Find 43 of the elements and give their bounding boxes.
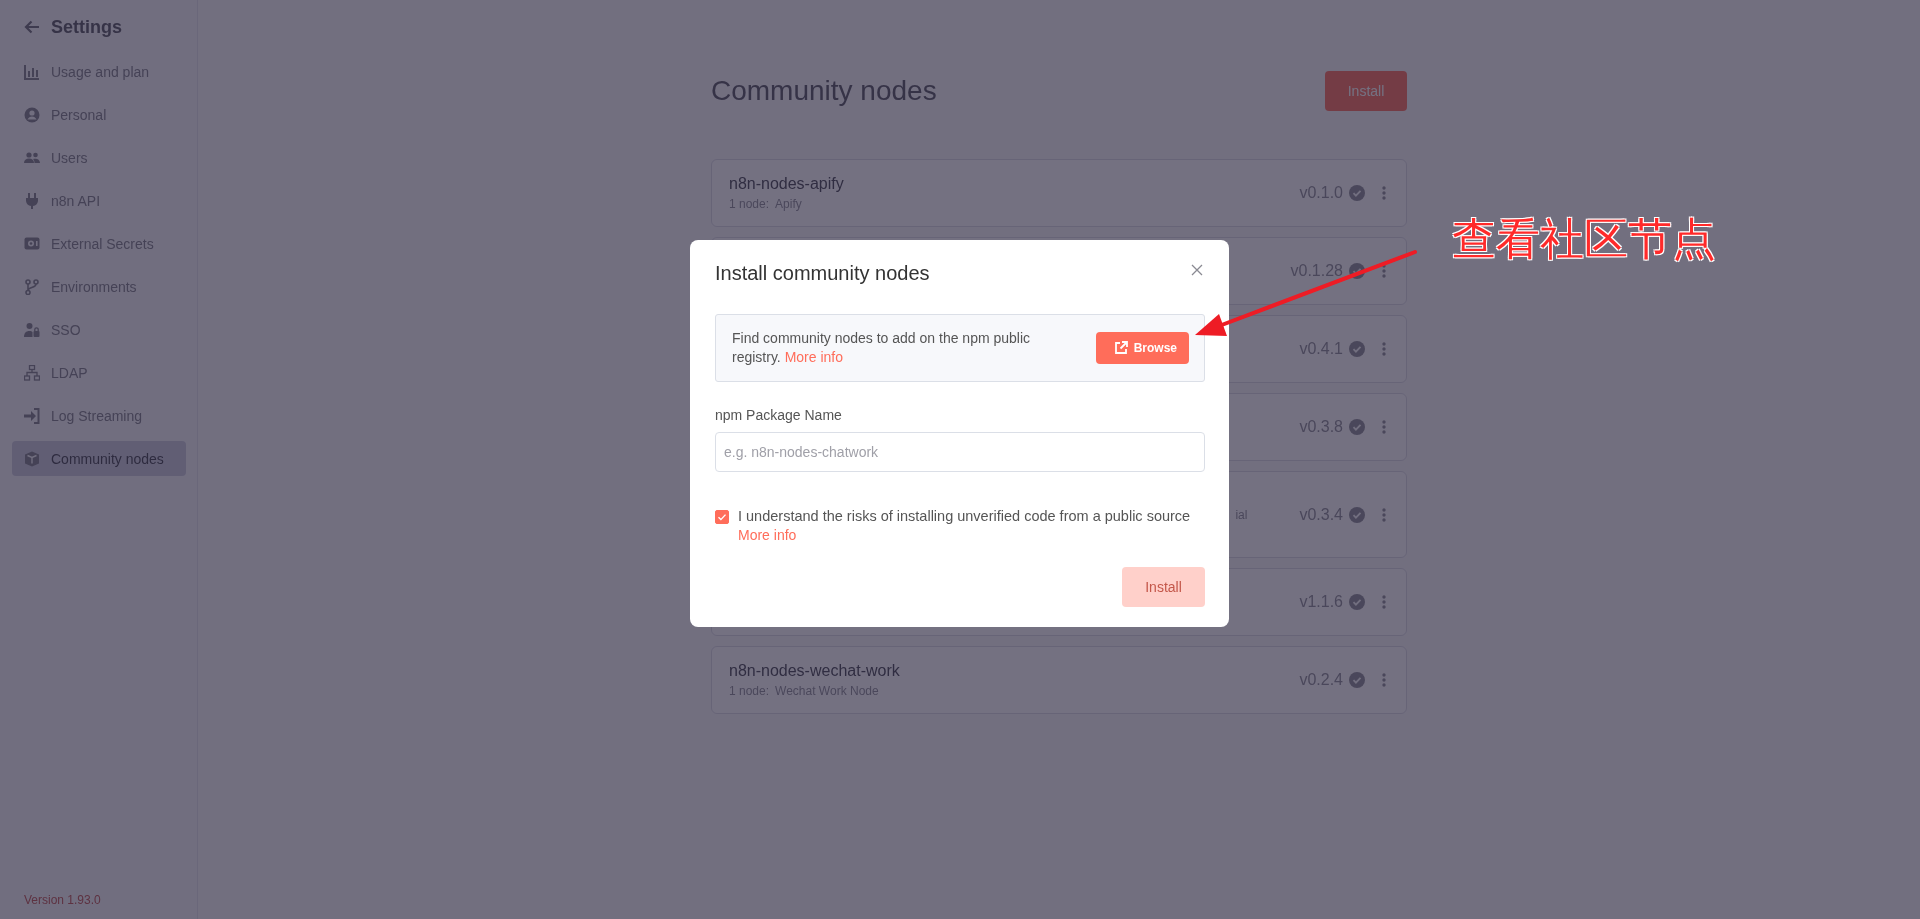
more-icon[interactable] (1382, 264, 1386, 278)
check-circle-icon (1349, 341, 1365, 357)
more-icon[interactable] (1382, 186, 1386, 200)
safe-icon (24, 235, 40, 252)
field-label: npm Package Name (715, 407, 843, 423)
plug-icon (24, 192, 40, 209)
package-name: n8n-nodes-wechat-work (729, 662, 901, 680)
more-icon[interactable] (1382, 420, 1386, 434)
network-icon (24, 364, 40, 381)
consent-text: I understand the risks of installing unverified code from a public source (738, 508, 1191, 524)
checkmark-icon (717, 512, 727, 522)
check-circle-icon (1349, 263, 1365, 279)
more-info-link[interactable]: More info (738, 527, 797, 543)
more-icon[interactable] (1382, 507, 1386, 522)
dialog-title: Install community nodes (715, 262, 930, 285)
check-circle-icon (1349, 419, 1365, 435)
more-icon[interactable] (1382, 342, 1386, 356)
branch-icon (24, 278, 40, 295)
check-circle-icon (1349, 185, 1365, 201)
package-name: n8n-nodes-apify (729, 175, 845, 193)
more-icon[interactable] (1382, 595, 1386, 609)
info-text: Find community nodes to add on the npm public registry. More info (732, 329, 1032, 367)
more-info-link[interactable]: More info (784, 349, 843, 365)
version-label: Version 1.93.0 (23, 893, 102, 909)
back-link[interactable]: Settings (12, 0, 186, 37)
check-circle-icon (1349, 672, 1365, 688)
package-name-field[interactable]: e.g. n8n-nodes-chatwork (715, 432, 1205, 472)
close-icon (1191, 263, 1203, 276)
check-circle-icon (1349, 594, 1365, 610)
chart-icon (24, 63, 40, 80)
page-title: Community nodes (711, 75, 937, 107)
users-icon (24, 149, 40, 166)
user-lock-icon (24, 321, 40, 338)
annotation-text: 查看社区节点 (1452, 212, 1716, 266)
more-icon[interactable] (1382, 673, 1386, 687)
browse-button[interactable]: Browse (1095, 332, 1189, 364)
sign-in-icon (24, 407, 40, 424)
consent-checkbox[interactable] (715, 510, 729, 524)
cube-icon (24, 450, 40, 467)
user-circle-icon (24, 106, 40, 123)
check-circle-icon (1349, 506, 1365, 523)
back-arrow-icon (24, 19, 40, 35)
external-link-icon (1113, 341, 1128, 355)
